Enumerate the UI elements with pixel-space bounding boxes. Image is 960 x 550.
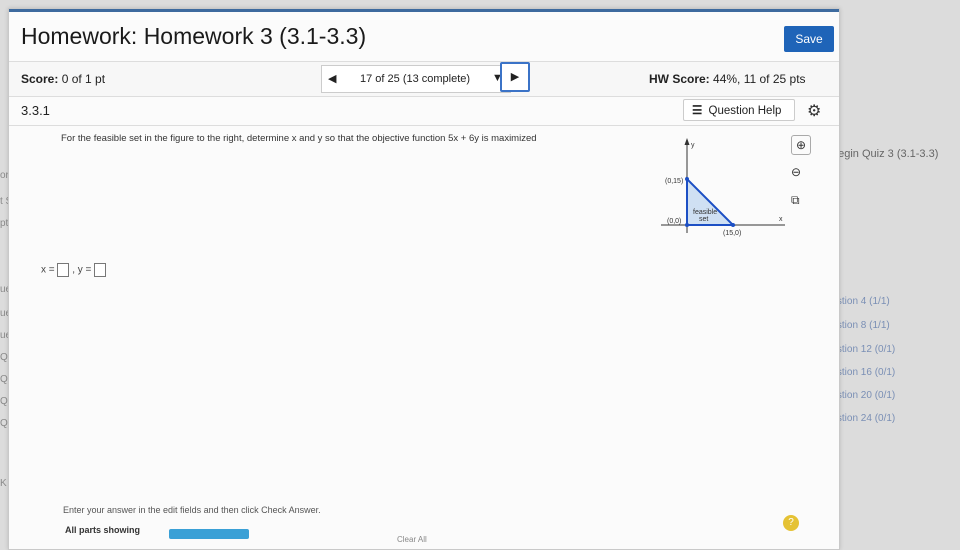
gear-icon[interactable]: ⚙ xyxy=(807,101,821,121)
bg-quiz-title[interactable]: begin Quiz 3 (3.1-3.3) xyxy=(832,148,938,160)
question-selector[interactable]: ◀ 17 of 25 (13 complete) ▼ xyxy=(321,65,511,93)
hw-score: HW Score: 44%, 11 of 25 pts xyxy=(649,72,806,86)
question-text: For the feasible set in the figure to th… xyxy=(61,133,537,144)
help-icon[interactable]: ? xyxy=(783,515,799,531)
region-label: feasible xyxy=(693,209,717,216)
homework-window: Homework: Homework 3 (3.1-3.3) Save Scor… xyxy=(8,8,840,550)
question-bar: 3.3.1 ☰ Question Help ⚙ xyxy=(9,95,839,126)
answer-row: x = , y = xyxy=(41,263,107,277)
point-label: (15,0) xyxy=(723,230,741,237)
y-axis-label: y xyxy=(691,142,695,149)
region-label: set xyxy=(699,216,708,223)
question-help-label: Question Help xyxy=(708,105,782,117)
list-icon: ☰ xyxy=(692,105,703,117)
next-question-button[interactable]: ▶ xyxy=(500,62,530,92)
vertex-point xyxy=(685,177,689,181)
score-value: 0 of 1 pt xyxy=(61,72,106,86)
question-number: 3.3.1 xyxy=(21,103,50,118)
y-answer-input[interactable] xyxy=(94,263,107,277)
window-top-bar xyxy=(9,9,839,12)
zoom-in-icon[interactable]: ⊕ xyxy=(791,135,811,155)
popout-icon[interactable]: ⧉ xyxy=(791,193,800,208)
parts-showing-label: All parts showing xyxy=(65,525,141,535)
question-help-button[interactable]: ☰ Question Help xyxy=(683,99,795,121)
x-axis-label: x xyxy=(779,216,783,223)
x-answer-input[interactable] xyxy=(57,263,70,277)
score: Score: 0 of 1 pt xyxy=(21,72,105,86)
save-button[interactable]: Save xyxy=(784,26,834,52)
y-axis-arrow xyxy=(684,138,690,145)
feasible-set-graph: y x (0,15) (0,0) (15,0) feasible set xyxy=(661,138,785,237)
point-label: (0,15) xyxy=(665,178,683,185)
question-position[interactable]: 17 of 25 (13 complete) xyxy=(360,73,470,85)
zoom-out-icon[interactable]: ⊖ xyxy=(791,165,801,179)
parts-progress-bar xyxy=(169,529,249,539)
feasible-region xyxy=(686,176,736,226)
vertex-point xyxy=(731,223,735,227)
y-answer-label: , y = xyxy=(72,264,92,276)
score-label: Score: xyxy=(21,72,59,86)
page-title: Homework: Homework 3 (3.1-3.3) xyxy=(21,23,367,49)
previous-question-button[interactable]: ◀ xyxy=(328,72,336,85)
hw-score-label: HW Score: xyxy=(649,72,710,86)
score-bar: Score: 0 of 1 pt ◀ 17 of 25 (13 complete… xyxy=(9,61,839,97)
x-answer-label: x = xyxy=(41,264,55,276)
bg-left-item: K xyxy=(0,478,7,489)
instructions-text: Enter your answer in the edit fields and… xyxy=(63,505,321,515)
point-label: (0,0) xyxy=(667,218,681,225)
vertex-point xyxy=(685,223,689,227)
hw-score-value: 44%, 11 of 25 pts xyxy=(713,72,806,86)
